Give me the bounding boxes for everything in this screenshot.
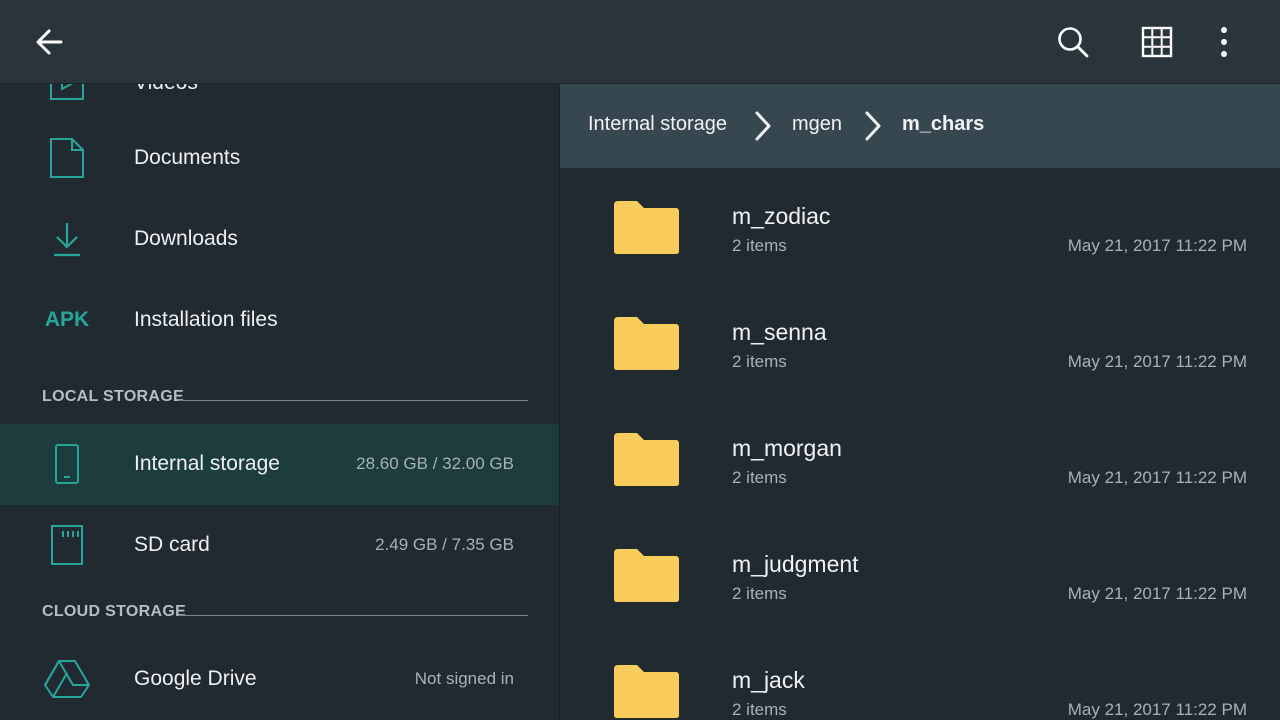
sidebar-item-downloads[interactable]: Downloads — [0, 199, 559, 280]
breadcrumb: Internal storage mgen m_chars — [560, 84, 1280, 168]
section-divider — [178, 615, 528, 616]
cloud-storage-section-header: CLOUD STORAGE — [42, 603, 528, 627]
local-storage-section-header: LOCAL STORAGE — [42, 388, 528, 412]
video-icon — [40, 84, 94, 110]
folder-date: May 21, 2017 11:22 PM — [1067, 700, 1247, 719]
section-label: LOCAL STORAGE — [42, 388, 184, 405]
folder-row[interactable]: m_morgan 2 items May 21, 2017 11:22 PM — [560, 401, 1280, 517]
folder-icon — [614, 549, 679, 602]
folder-row[interactable]: m_judgment 2 items May 21, 2017 11:22 PM — [560, 517, 1280, 633]
phone-icon — [40, 437, 94, 491]
folder-name: m_senna — [732, 319, 827, 345]
arrow-back-icon — [36, 29, 63, 55]
folder-date: May 21, 2017 11:22 PM — [1067, 468, 1247, 487]
sidebar-item-label: Internal storage — [134, 452, 280, 475]
section-divider — [178, 400, 528, 401]
sd-card-icon — [40, 518, 94, 572]
search-icon — [1058, 27, 1089, 58]
storage-usage: 2.49 GB / 7.35 GB — [375, 535, 514, 554]
cloud-status: Not signed in — [414, 669, 514, 688]
search-button[interactable] — [1049, 18, 1097, 66]
sidebar-item-google-drive[interactable]: Google Drive Not signed in — [0, 639, 559, 720]
download-icon — [40, 212, 94, 266]
folder-icon — [614, 665, 679, 718]
breadcrumb-m-chars[interactable]: m_chars — [902, 113, 984, 136]
sidebar-item-label: Documents — [134, 146, 241, 169]
folder-name: m_judgment — [732, 551, 859, 577]
apk-icon: APK — [44, 308, 90, 331]
folder-item-count: 2 items — [732, 468, 787, 487]
folder-icon — [614, 433, 679, 486]
storage-usage: 28.60 GB / 32.00 GB — [356, 454, 514, 473]
folder-row[interactable]: m_zodiac 2 items May 21, 2017 11:22 PM — [560, 169, 1280, 285]
grid-view-button[interactable] — [1133, 18, 1181, 66]
more-vert-icon — [1221, 27, 1227, 57]
folder-item-count: 2 items — [732, 700, 787, 719]
navigation-drawer: Videos Documents Downloads APK Installat… — [0, 84, 559, 720]
chevron-right-icon — [865, 111, 881, 141]
breadcrumb-mgen[interactable]: mgen — [792, 113, 842, 136]
document-icon — [40, 131, 94, 185]
sidebar-item-label: SD card — [134, 533, 210, 556]
google-drive-icon — [40, 652, 94, 706]
sidebar-item-label: Google Drive — [134, 667, 257, 690]
top-app-bar — [0, 0, 1280, 84]
breadcrumb-internal-storage[interactable]: Internal storage — [588, 113, 727, 136]
sidebar-item-label: Downloads — [134, 227, 238, 250]
sidebar-item-label: Installation files — [134, 308, 278, 331]
folder-date: May 21, 2017 11:22 PM — [1067, 584, 1247, 603]
folder-item-count: 2 items — [732, 352, 787, 371]
folder-date: May 21, 2017 11:22 PM — [1067, 352, 1247, 371]
more-options-button[interactable] — [1200, 18, 1248, 66]
folder-name: m_morgan — [732, 435, 842, 461]
folder-icon — [614, 201, 679, 254]
folder-item-count: 2 items — [732, 236, 787, 255]
folder-name: m_jack — [732, 667, 805, 693]
folder-row[interactable]: m_senna 2 items May 21, 2017 11:22 PM — [560, 285, 1280, 401]
back-button[interactable] — [25, 18, 73, 66]
chevron-right-icon — [755, 111, 771, 141]
sidebar-item-installation-files[interactable]: APK Installation files — [0, 280, 559, 361]
section-label: CLOUD STORAGE — [42, 603, 187, 620]
folder-date: May 21, 2017 11:22 PM — [1067, 236, 1247, 255]
folder-icon — [614, 317, 679, 370]
sidebar-item-label: Videos — [134, 84, 198, 95]
sidebar-item-sd-card[interactable]: SD card 2.49 GB / 7.35 GB — [0, 505, 559, 586]
folder-item-count: 2 items — [732, 584, 787, 603]
file-browser: Internal storage mgen m_chars m_zodiac 2… — [560, 84, 1280, 720]
folder-row[interactable]: m_jack 2 items May 21, 2017 11:22 PM — [560, 633, 1280, 720]
folder-name: m_zodiac — [732, 203, 831, 229]
sidebar-item-documents[interactable]: Documents — [0, 118, 559, 199]
sidebar-item-internal-storage[interactable]: Internal storage 28.60 GB / 32.00 GB — [0, 424, 559, 505]
grid-view-icon — [1141, 26, 1173, 58]
